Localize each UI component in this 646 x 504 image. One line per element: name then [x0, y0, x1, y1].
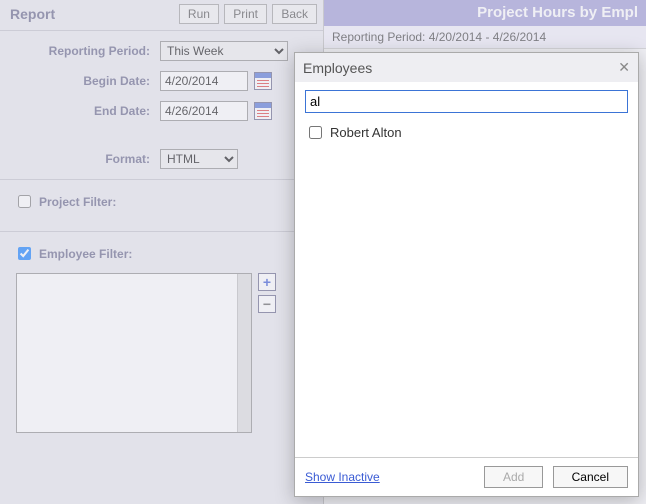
cancel-button[interactable]: Cancel [553, 466, 628, 488]
close-icon[interactable]: ✕ [618, 59, 630, 76]
dialog-title: Employees [303, 60, 372, 76]
dialog-titlebar: Employees ✕ [295, 53, 638, 82]
show-inactive-link[interactable]: Show Inactive [305, 470, 380, 484]
employee-results: Robert Alton [305, 121, 628, 144]
employees-dialog: Employees ✕ Robert Alton Show Inactive A… [294, 52, 639, 497]
list-item[interactable]: Robert Alton [305, 121, 628, 144]
add-button[interactable]: Add [484, 466, 543, 488]
employee-search-input[interactable] [305, 90, 628, 113]
employee-checkbox[interactable] [309, 126, 322, 139]
employee-name: Robert Alton [330, 125, 402, 140]
